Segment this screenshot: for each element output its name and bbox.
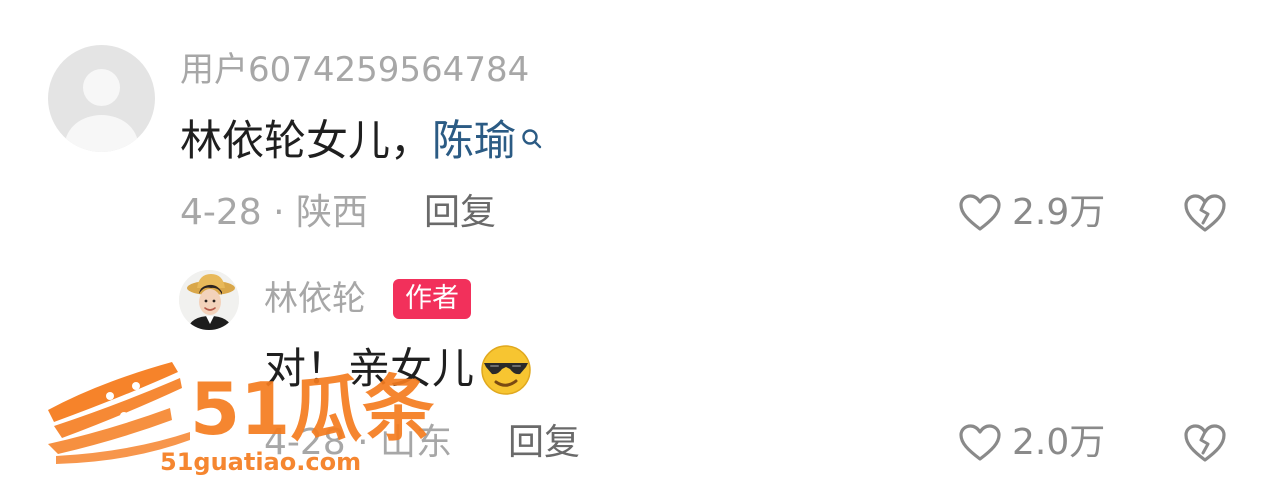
comment-like-count: 2.9万: [1012, 192, 1106, 233]
comment-text: 林依轮女儿，陈瑜: [180, 113, 544, 169]
reply-text: 对！亲女儿: [264, 341, 536, 397]
broken-heart-icon: [1184, 194, 1226, 232]
comment-reply-button[interactable]: 回复: [424, 190, 496, 236]
comment-section: 用户6074259564784 林依轮女儿，陈瑜 4-28 · 陕西 回复 2.…: [0, 0, 1280, 497]
comment-date-location: 4-28 · 陕西: [180, 192, 369, 233]
comment-mention-link[interactable]: 陈瑜: [432, 116, 516, 165]
watermelon-logo-icon: [48, 362, 190, 464]
heart-outline-icon: [959, 194, 1001, 231]
broken-heart-icon: [1184, 424, 1226, 462]
avatar-body-shape: [65, 115, 138, 152]
comment-dislike-button[interactable]: [1182, 190, 1228, 236]
reply-date-location: 4-28 · 山东: [264, 422, 453, 463]
reply-author-name[interactable]: 林依轮: [264, 277, 366, 321]
author-badge: 作者: [393, 279, 471, 319]
reply-reply-button[interactable]: 回复: [508, 420, 580, 466]
reply-text-main: 对！亲女儿: [264, 344, 475, 393]
search-icon[interactable]: [520, 115, 544, 149]
default-avatar-icon[interactable]: [48, 45, 155, 152]
avatar-head-shape: [83, 69, 120, 106]
reply-like-count: 2.0万: [1012, 422, 1106, 463]
heart-outline-icon: [959, 424, 1001, 461]
sunglasses-emoji-icon: [476, 341, 536, 397]
comment-username[interactable]: 用户6074259564784: [180, 48, 529, 92]
author-avatar[interactable]: [179, 270, 239, 330]
reply-dislike-button[interactable]: [1182, 420, 1228, 466]
comment-like-button[interactable]: 2.9万: [958, 190, 1105, 236]
comment-text-main: 林依轮女儿，: [180, 116, 433, 165]
reply-like-button[interactable]: 2.0万: [958, 420, 1105, 466]
